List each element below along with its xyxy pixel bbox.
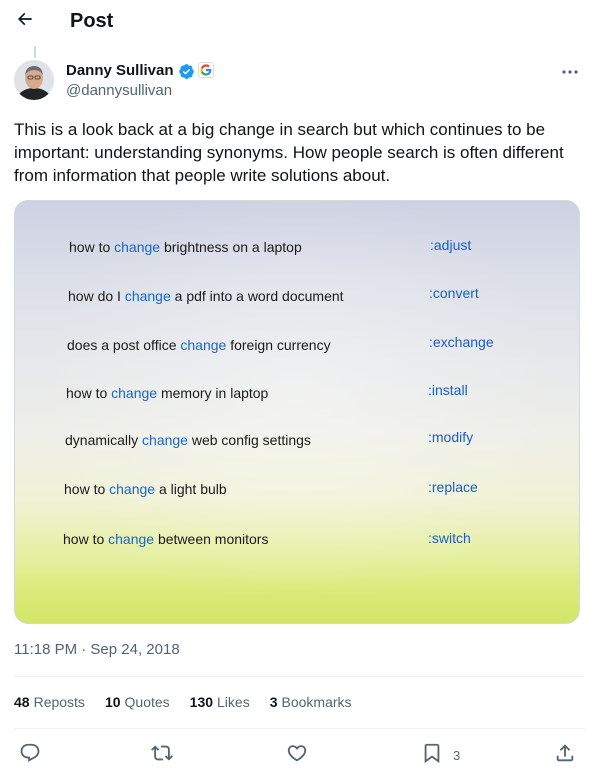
slide-query: how to change a light bulb [64, 481, 227, 497]
slide-synonym: :convert [429, 285, 479, 301]
avatar[interactable] [14, 60, 54, 100]
slide-row: does a post office change foreign curren… [15, 334, 579, 361]
google-affiliate-icon[interactable] [198, 62, 214, 78]
slide-query: how to change between monitors [63, 531, 269, 547]
likes-stat[interactable]: 130 Likes [190, 694, 250, 710]
engagement-stats: 48 Reposts 10 Quotes 130 Likes 3 Bookmarks [14, 694, 352, 710]
slide-row: how to change a light bulb :replace [15, 479, 579, 505]
more-dots-icon [561, 62, 579, 80]
heart-icon [286, 742, 308, 769]
slide-synonym: :modify [428, 429, 474, 445]
quotes-stat[interactable]: 10 Quotes [105, 694, 170, 710]
post-timestamp[interactable]: 11:18 PM · Sep 24, 2018 [14, 641, 180, 658]
slide-query: how to change memory in laptop [66, 385, 269, 401]
author-name[interactable]: Danny Sullivan [66, 62, 174, 79]
divider [14, 676, 585, 677]
like-button[interactable] [286, 742, 308, 768]
slide-synonym: :install [428, 382, 468, 398]
reposts-stat[interactable]: 48 Reposts [14, 694, 85, 710]
more-options-button[interactable] [556, 60, 584, 82]
reply-button[interactable] [19, 742, 41, 768]
bookmark-count: 3 [453, 747, 461, 763]
slide-row: how to change brightness on a laptop :ad… [15, 237, 579, 263]
bookmark-icon [421, 742, 443, 769]
repost-button[interactable] [151, 742, 173, 768]
slide-synonym: :exchange [429, 334, 494, 350]
image-lighting [15, 201, 579, 623]
arrow-left-icon [15, 9, 35, 34]
bookmarks-stat[interactable]: 3 Bookmarks [270, 694, 352, 710]
slide-synonym: :switch [428, 530, 471, 546]
slide-query: dynamically change web config settings [65, 432, 311, 448]
post-image[interactable]: how to change brightness on a laptop :ad… [14, 200, 580, 624]
verified-badge-icon [178, 63, 195, 80]
author-handle[interactable]: @dannysullivan [66, 82, 172, 99]
back-button[interactable] [10, 6, 40, 36]
post-text: This is a look back at a big change in s… [14, 120, 564, 185]
action-bar: 3 [0, 740, 599, 770]
slide-synonym: :replace [428, 479, 478, 495]
slide-row: dynamically change web config settings :… [15, 429, 579, 456]
slide-synonym: :adjust [430, 237, 472, 253]
slide-query: how to change brightness on a laptop [69, 239, 302, 255]
slide-query: does a post office change foreign curren… [67, 337, 331, 353]
divider [14, 728, 585, 729]
reply-icon [19, 742, 41, 769]
slide-row: how to change between monitors :switch [15, 530, 579, 555]
slide-row: how to change memory in laptop :install [15, 382, 579, 409]
share-icon [554, 742, 576, 769]
thread-line [34, 46, 36, 58]
slide-row: how do I change a pdf into a word docume… [15, 285, 579, 312]
top-bar: Post [0, 0, 599, 44]
share-button[interactable] [554, 742, 576, 768]
bookmark-button[interactable]: 3 [421, 742, 460, 768]
page-title: Post [70, 10, 114, 32]
repost-icon [151, 742, 173, 769]
slide-query: how do I change a pdf into a word docume… [68, 288, 344, 304]
